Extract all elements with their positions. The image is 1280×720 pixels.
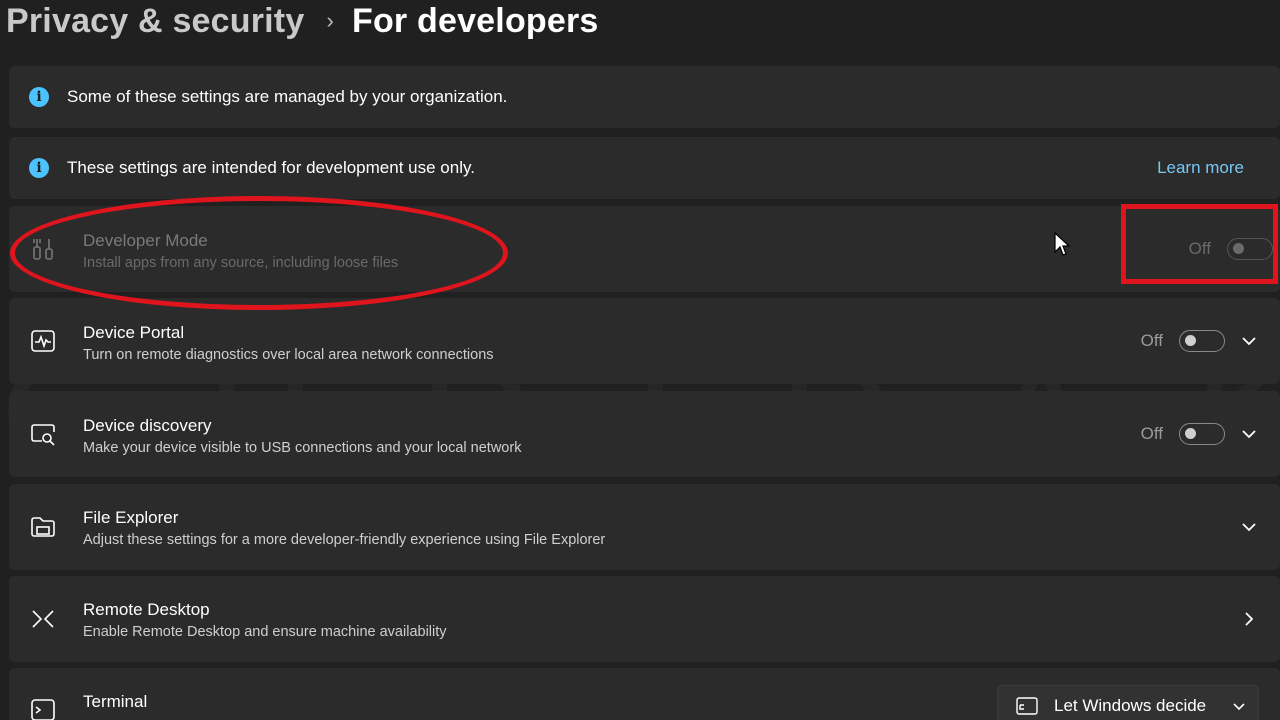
settings-page: CHDIDAK Privacy & security › For develop… — [0, 0, 1280, 720]
developer-mode-row: Developer Mode Install apps from any sou… — [9, 206, 1280, 292]
toggle-knob — [1185, 335, 1196, 346]
file-explorer-description: Adjust these settings for a more develop… — [83, 532, 606, 548]
device-portal-state: Off — [1140, 331, 1163, 350]
device-discovery-toggle[interactable]: Off — [1141, 423, 1225, 445]
chevron-down-icon[interactable] — [1240, 518, 1258, 536]
breadcrumb: Privacy & security › For developers — [6, 0, 599, 44]
file-explorer-row[interactable]: File Explorer Adjust these settings for … — [9, 484, 1280, 570]
mouse-cursor-icon — [1054, 231, 1071, 258]
device-portal-row[interactable]: Device Portal Turn on remote diagnostics… — [9, 298, 1280, 384]
info-icon: i — [29, 158, 49, 178]
device-portal-toggle[interactable]: Off — [1141, 330, 1225, 352]
developer-mode-state: Off — [1188, 239, 1211, 258]
toggle-switch[interactable] — [1227, 238, 1273, 260]
remote-desktop-title: Remote Desktop — [83, 600, 210, 619]
chevron-right-icon[interactable] — [1240, 610, 1258, 628]
device-discovery-state: Off — [1140, 424, 1163, 443]
developer-mode-toggle[interactable]: Off — [1189, 238, 1273, 260]
breadcrumb-parent[interactable]: Privacy & security — [6, 2, 304, 41]
page-title: For developers — [351, 1, 599, 40]
chevron-down-icon — [1232, 699, 1246, 713]
folder-icon — [29, 513, 57, 541]
chevron-down-icon[interactable] — [1240, 332, 1258, 350]
managed-banner-text: Some of these settings are managed by yo… — [67, 87, 508, 106]
chevron-down-icon[interactable] — [1240, 425, 1258, 443]
toggle-switch[interactable] — [1179, 423, 1225, 445]
development-banner: i These settings are intended for develo… — [9, 137, 1280, 199]
info-icon: i — [29, 87, 49, 107]
breadcrumb-separator: › — [326, 8, 334, 33]
development-banner-text: These settings are intended for developm… — [67, 158, 475, 177]
terminal-icon — [29, 696, 57, 720]
device-discovery-title: Device discovery — [83, 416, 212, 435]
learn-more-link[interactable]: Learn more — [1157, 158, 1244, 178]
file-explorer-title: File Explorer — [83, 508, 179, 527]
remote-desktop-row[interactable]: Remote Desktop Enable Remote Desktop and… — [9, 576, 1280, 662]
toggle-knob — [1233, 243, 1244, 254]
remote-desktop-description: Enable Remote Desktop and ensure machine… — [83, 624, 447, 640]
tools-icon — [29, 235, 57, 263]
toggle-knob — [1185, 428, 1196, 439]
toggle-switch[interactable] — [1179, 330, 1225, 352]
device-discovery-row[interactable]: Device discovery Make your device visibl… — [9, 391, 1280, 477]
terminal-row: Terminal Let Windows decide — [9, 668, 1280, 720]
pulse-monitor-icon — [29, 327, 57, 355]
managed-banner: i Some of these settings are managed by … — [9, 66, 1280, 128]
terminal-select-value: Let Windows decide — [1054, 696, 1207, 715]
command-prompt-icon — [1016, 697, 1038, 715]
developer-mode-description: Install apps from any source, including … — [83, 255, 399, 271]
terminal-select[interactable]: Let Windows decide — [997, 685, 1259, 720]
device-portal-description: Turn on remote diagnostics over local ar… — [83, 347, 494, 363]
remote-desktop-icon — [29, 605, 57, 633]
device-discovery-description: Make your device visible to USB connecti… — [83, 440, 522, 456]
terminal-title: Terminal — [83, 692, 148, 711]
device-search-icon — [29, 420, 57, 448]
device-portal-title: Device Portal — [83, 323, 185, 342]
developer-mode-title: Developer Mode — [83, 231, 208, 250]
